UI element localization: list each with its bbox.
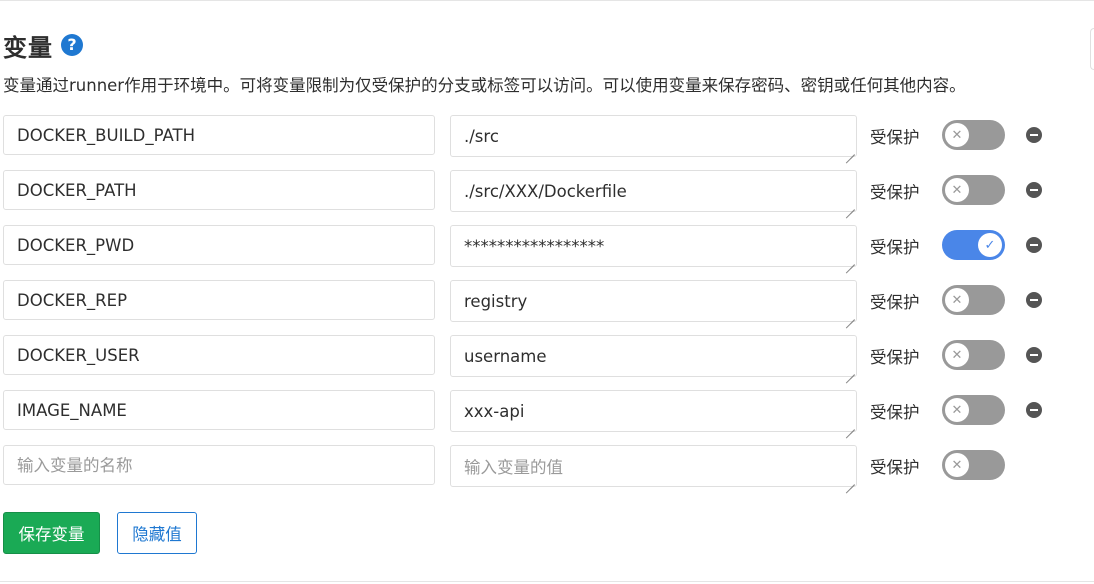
toggle-off-icon: ✕ — [945, 123, 969, 147]
variable-row: ***************** 受保护 ✓ — [3, 225, 1063, 267]
toggle-off-icon: ✕ — [945, 398, 969, 422]
variable-row: xxx-api 受保护 ✕ — [3, 390, 1063, 432]
remove-variable-icon[interactable] — [1026, 292, 1042, 308]
variable-value-input[interactable]: username — [450, 335, 857, 377]
resize-grip-icon[interactable] — [845, 475, 855, 485]
remove-variable-icon[interactable] — [1026, 402, 1042, 418]
new-variable-row: 输入变量的值 受保护 ✕ — [3, 445, 1063, 487]
toggle-off-icon: ✕ — [945, 178, 969, 202]
protected-toggle[interactable]: ✕ — [942, 395, 1005, 425]
resize-grip-icon[interactable] — [845, 200, 855, 210]
resize-grip-icon[interactable] — [845, 310, 855, 320]
resize-grip-icon[interactable] — [845, 420, 855, 430]
check-icon: ✓ — [978, 233, 1002, 257]
variable-key-input[interactable] — [3, 390, 435, 430]
variable-value-input[interactable]: ./src — [450, 115, 857, 157]
variable-key-input[interactable] — [3, 335, 435, 375]
top-divider — [0, 0, 1094, 1]
variable-value-input[interactable]: registry — [450, 280, 857, 322]
remove-variable-icon[interactable] — [1026, 182, 1042, 198]
protected-toggle[interactable]: ✓ — [942, 230, 1005, 260]
variable-row: ./src/XXX/Dockerfile 受保护 ✕ — [3, 170, 1063, 212]
remove-variable-icon[interactable] — [1026, 237, 1042, 253]
protected-label: 受保护 — [870, 238, 920, 257]
variable-row: registry 受保护 ✕ — [3, 280, 1063, 322]
protected-toggle[interactable]: ✕ — [942, 175, 1005, 205]
bottom-divider — [0, 581, 1094, 582]
save-variables-button[interactable]: 保存变量 — [3, 512, 100, 554]
protected-label: 受保护 — [870, 348, 920, 367]
protected-label: 受保护 — [870, 458, 920, 477]
right-edge-panel — [1090, 28, 1094, 70]
section-description: 变量通过runner作用于环境中。可将变量限制为仅受保护的分支或标签可以访问。可… — [3, 76, 966, 95]
question-circle-icon[interactable]: ? — [61, 34, 83, 56]
protected-toggle[interactable]: ✕ — [942, 340, 1005, 370]
variable-value-input[interactable]: ***************** — [450, 225, 857, 267]
resize-grip-icon[interactable] — [845, 365, 855, 375]
resize-grip-icon[interactable] — [845, 145, 855, 155]
new-variable-key-input[interactable] — [3, 445, 435, 485]
variable-key-input[interactable] — [3, 115, 435, 155]
protected-label: 受保护 — [870, 128, 920, 147]
variable-value-input[interactable]: ./src/XXX/Dockerfile — [450, 170, 857, 212]
variable-key-input[interactable] — [3, 225, 435, 265]
toggle-off-icon: ✕ — [945, 343, 969, 367]
protected-toggle[interactable]: ✕ — [942, 120, 1005, 150]
variable-key-input[interactable] — [3, 170, 435, 210]
variable-row: username 受保护 ✕ — [3, 335, 1063, 377]
reveal-values-button[interactable]: 隐藏值 — [117, 512, 197, 554]
new-variable-value-input[interactable]: 输入变量的值 — [450, 445, 857, 487]
remove-variable-icon[interactable] — [1026, 127, 1042, 143]
section-header: 变量 ? — [3, 28, 83, 62]
protected-label: 受保护 — [870, 403, 920, 422]
remove-variable-icon[interactable] — [1026, 347, 1042, 363]
section-title: 变量 — [3, 33, 53, 62]
variable-row: ./src 受保护 ✕ — [3, 115, 1063, 157]
toggle-off-icon: ✕ — [945, 288, 969, 312]
protected-toggle[interactable]: ✕ — [942, 450, 1005, 480]
variable-key-input[interactable] — [3, 280, 435, 320]
resize-grip-icon[interactable] — [845, 255, 855, 265]
toggle-off-icon: ✕ — [945, 453, 969, 477]
protected-label: 受保护 — [870, 293, 920, 312]
protected-toggle[interactable]: ✕ — [942, 285, 1005, 315]
variable-value-input[interactable]: xxx-api — [450, 390, 857, 432]
protected-label: 受保护 — [870, 183, 920, 202]
